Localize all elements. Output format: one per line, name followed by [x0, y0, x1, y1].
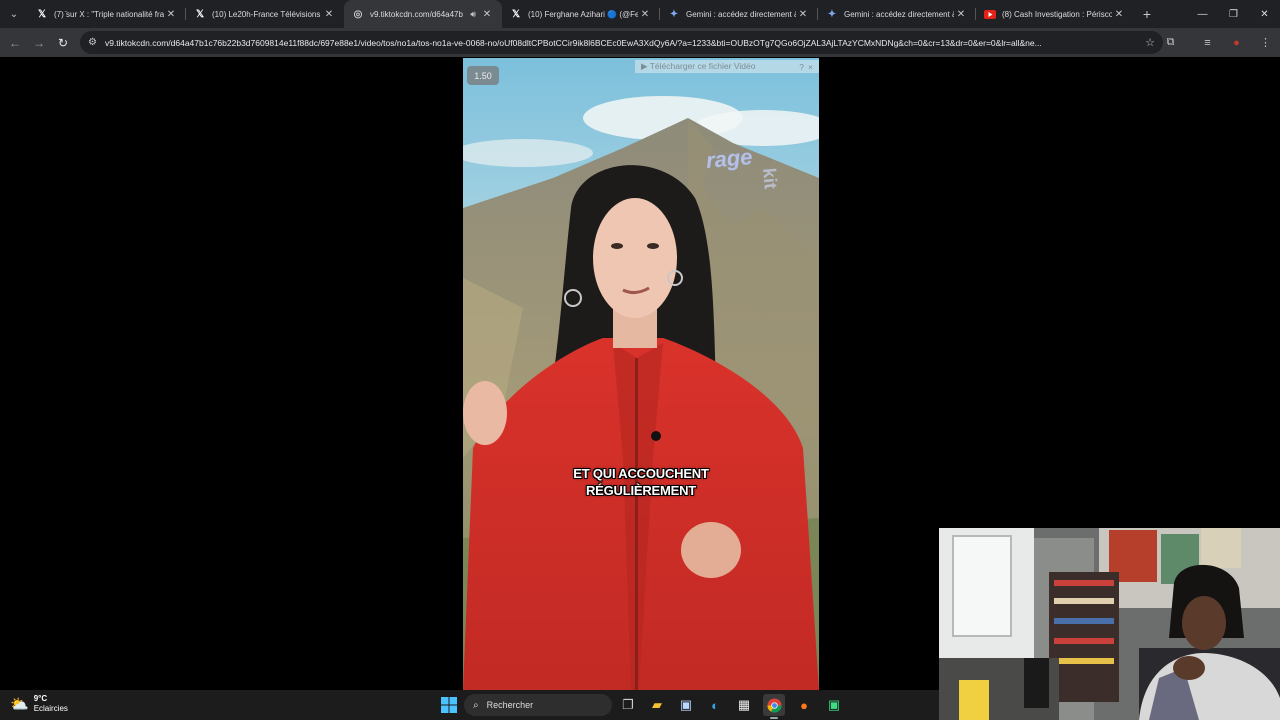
tab-title: Gemini : accédez directement à — [844, 9, 954, 19]
gemini-icon: ✦ — [669, 8, 679, 20]
help-icon[interactable]: ? — [799, 62, 804, 72]
close-icon[interactable]: ✕ — [796, 9, 810, 20]
tab-title: (10) Le20h-France Télévisions s — [212, 9, 322, 19]
webcam-overlay — [939, 528, 1280, 720]
browser-toolbar: ← → ↻ ⚙ v9.tiktokcdn.com/d64a47b1c76b22b… — [0, 28, 1280, 57]
back-button[interactable]: ← — [3, 31, 27, 55]
playback-speed-badge[interactable]: 1.50 — [467, 66, 499, 85]
store-icon[interactable]: ▣ — [675, 694, 697, 716]
temperature: 9°C — [33, 694, 48, 703]
active-app-indicator — [770, 717, 778, 719]
tab-title: (10) Ferghane Azihari 🔵 (@Fe — [528, 9, 638, 19]
speaker-icon[interactable]: 🔊︎ — [470, 9, 476, 20]
extensions-icon[interactable]: ⧉ — [1156, 36, 1185, 49]
weather-widget[interactable]: ⛅ 9°C Eclaircies — [10, 694, 68, 714]
window-controls: — ❐ ✕ — [1187, 0, 1280, 28]
video-player[interactable]: 1.50 ▶ Télécharger ce fichier Vidéo ? × … — [463, 58, 819, 690]
search-placeholder: Rechercher — [486, 700, 534, 710]
tab-strip: ⌄ 𝕏 (7) ̈sur X : "Triple nationalité fra… — [0, 0, 1280, 28]
download-video-bar[interactable]: ▶ Télécharger ce fichier Vidéo ? × — [635, 60, 819, 73]
watermark-text: rage — [704, 144, 754, 173]
firefox-icon[interactable]: ● — [793, 694, 815, 716]
x-icon: 𝕏 — [195, 8, 205, 20]
menu-icon[interactable]: ⋮ — [1251, 36, 1280, 49]
task-view-icon[interactable]: ❐ — [617, 694, 639, 716]
tab-search-button[interactable]: ⌄ — [0, 0, 28, 28]
close-icon[interactable]: ✕ — [322, 9, 336, 20]
chrome-icon[interactable] — [763, 694, 785, 716]
tab-7[interactable]: (8) Cash Investigation : Périscol ✕ — [976, 0, 1134, 28]
webcam-feed — [939, 528, 1280, 720]
weather-condition: Eclaircies — [33, 704, 68, 713]
minimize-icon[interactable]: — — [1187, 0, 1218, 28]
tab-6[interactable]: ✦ Gemini : accédez directement à ✕ — [818, 0, 976, 28]
close-icon[interactable]: ✕ — [638, 9, 652, 20]
search-icon: ⌕ — [473, 699, 479, 711]
close-icon[interactable]: × — [808, 62, 813, 72]
tab-title: (7) ̈sur X : "Triple nationalité fra — [54, 9, 164, 19]
download-label[interactable]: ▶ Télécharger ce fichier Vidéo — [641, 61, 755, 72]
x-icon: 𝕏 — [511, 8, 521, 20]
tab-title: v9.tiktokcdn.com/d64a47b — [370, 9, 463, 19]
x-icon: 𝕏 — [37, 8, 47, 20]
file-explorer-icon[interactable]: ▰ — [646, 694, 668, 716]
tab-3-active[interactable]: ◎ v9.tiktokcdn.com/d64a47b 🔊︎ ✕ — [344, 0, 502, 28]
edge-icon[interactable]: ◐ — [704, 694, 726, 716]
url-text[interactable]: v9.tiktokcdn.com/d64a47b1c76b22b3d760981… — [105, 38, 1139, 48]
new-tab-button[interactable]: + — [1134, 6, 1160, 22]
reload-button[interactable]: ↻ — [51, 31, 75, 55]
taskbar-search[interactable]: ⌕ Rechercher — [464, 694, 612, 716]
arrow-left-icon: ← — [9, 35, 21, 50]
start-button[interactable] — [438, 694, 460, 716]
windows-logo-icon — [441, 697, 457, 713]
tab-5[interactable]: ✦ Gemini : accédez directement à ✕ — [660, 0, 818, 28]
windows-taskbar: ⛅ 9°C Eclaircies ⌕ Rechercher ❐ ▰ ▣ ◐ ▦ … — [0, 690, 939, 720]
partly-cloudy-icon: ⛅ — [10, 696, 29, 713]
android-app-icon[interactable]: ▣ — [823, 694, 845, 716]
media-controls-icon[interactable]: ≡ — [1193, 37, 1222, 49]
tab-title: (8) Cash Investigation : Périscol — [1002, 9, 1112, 19]
close-icon[interactable]: ✕ — [954, 9, 968, 20]
screen: ⌄ 𝕏 (7) ̈sur X : "Triple nationalité fra… — [0, 0, 1280, 720]
globe-icon: ◎ — [353, 8, 363, 20]
close-window-icon[interactable]: ✕ — [1249, 0, 1280, 28]
subtitle-line: RÉGULIÈREMENT — [585, 483, 697, 498]
site-info-icon[interactable]: ⚙ — [88, 37, 97, 48]
gemini-icon: ✦ — [827, 8, 837, 20]
bookmark-star-icon[interactable]: ☆ — [1145, 36, 1155, 49]
close-icon[interactable]: ✕ — [1112, 9, 1126, 20]
tab-4[interactable]: 𝕏 (10) Ferghane Azihari 🔵 (@Fe ✕ — [502, 0, 660, 28]
video-subtitle: ET QUI ACCOUCHENT RÉGULIÈREMENT — [463, 465, 819, 499]
calculator-icon[interactable]: ▦ — [733, 694, 755, 716]
video-frame — [463, 58, 819, 690]
arrow-right-icon: → — [33, 35, 45, 50]
watermark-text-vertical: kit — [759, 167, 781, 190]
tab-title: Gemini : accédez directement à — [686, 9, 796, 19]
youtube-icon — [984, 8, 996, 20]
tab-2[interactable]: 𝕏 (10) Le20h-France Télévisions s ✕ — [186, 0, 344, 28]
forward-button[interactable]: → — [27, 31, 51, 55]
restore-icon[interactable]: ❐ — [1218, 0, 1249, 28]
toolbar-right: ⧉ ≡ ● ⋮ — [1156, 28, 1280, 57]
subtitle-line: ET QUI ACCOUCHENT — [573, 466, 709, 481]
reload-icon: ↻ — [57, 35, 69, 50]
close-icon[interactable]: ✕ — [164, 9, 178, 20]
tab-1[interactable]: 𝕏 (7) ̈sur X : "Triple nationalité fra ✕ — [28, 0, 186, 28]
profile-avatar-icon[interactable]: ● — [1222, 37, 1251, 49]
address-bar[interactable]: ⚙ v9.tiktokcdn.com/d64a47b1c76b22b3d7609… — [80, 31, 1163, 54]
close-icon[interactable]: ✕ — [480, 9, 494, 20]
chevron-down-icon: ⌄ — [9, 8, 19, 20]
